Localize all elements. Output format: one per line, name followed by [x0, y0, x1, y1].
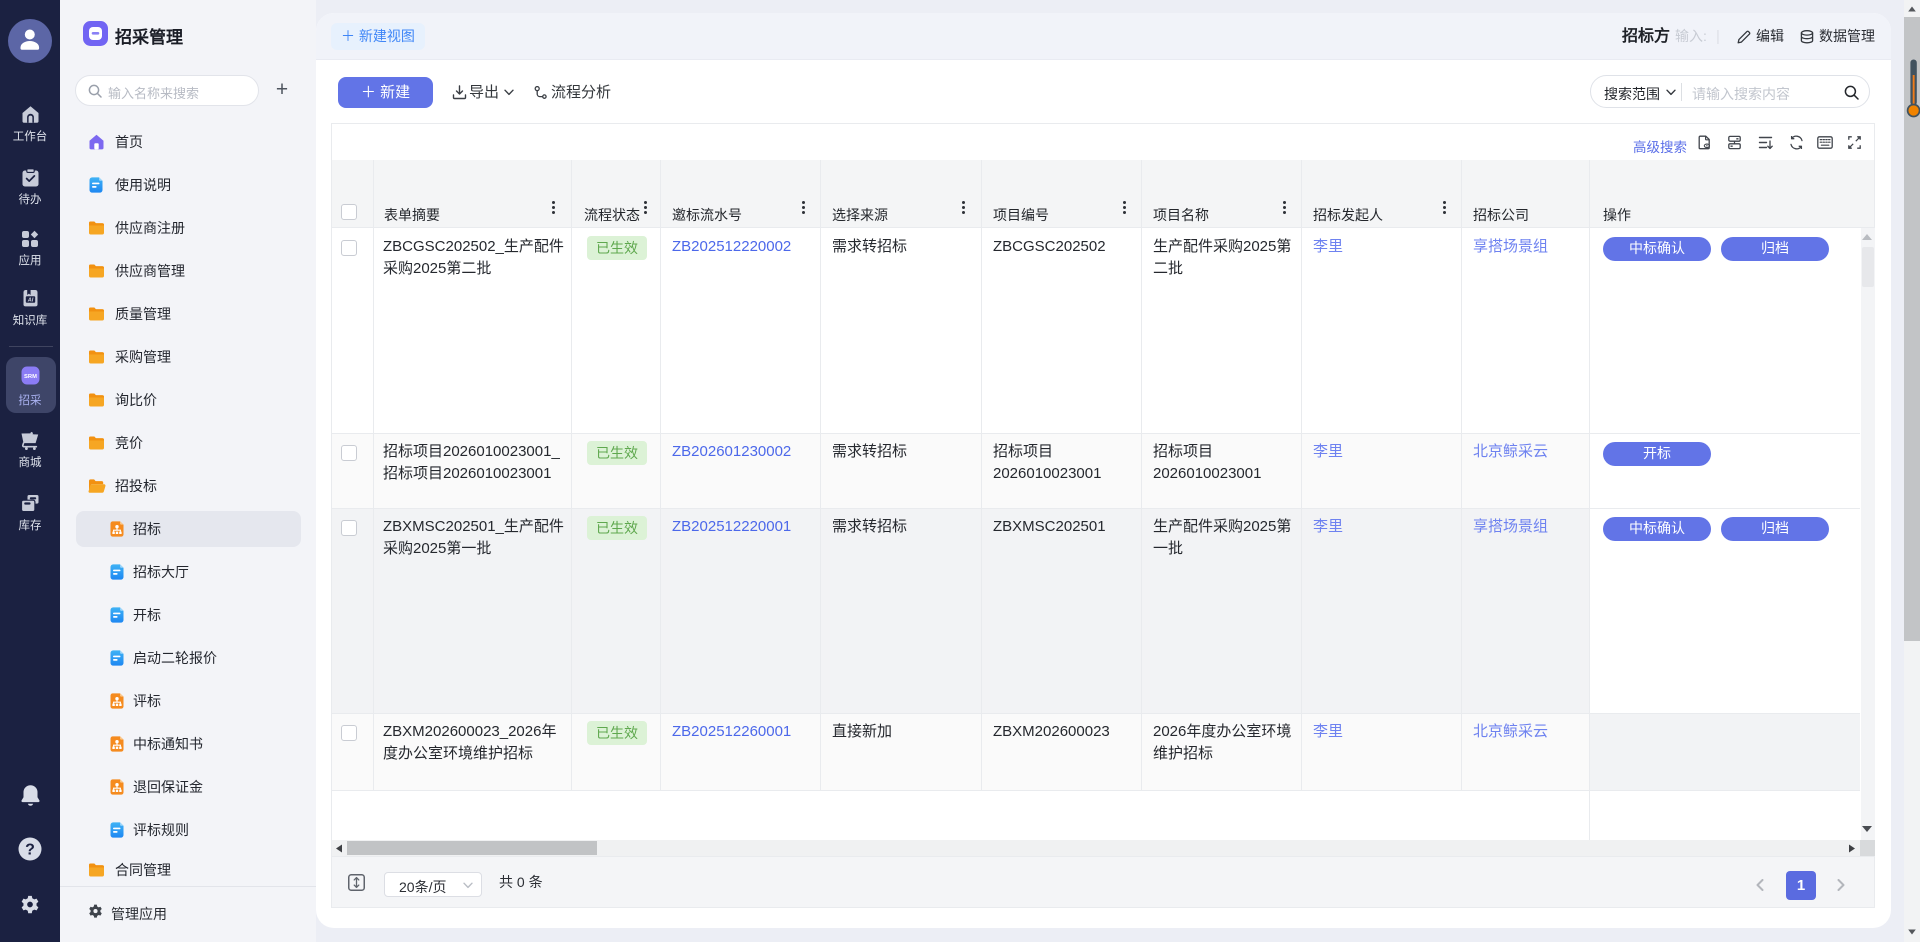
svg-text:SRM: SRM — [24, 374, 37, 380]
svg-text:?: ? — [25, 842, 35, 859]
svg-text:AI: AI — [26, 297, 33, 303]
